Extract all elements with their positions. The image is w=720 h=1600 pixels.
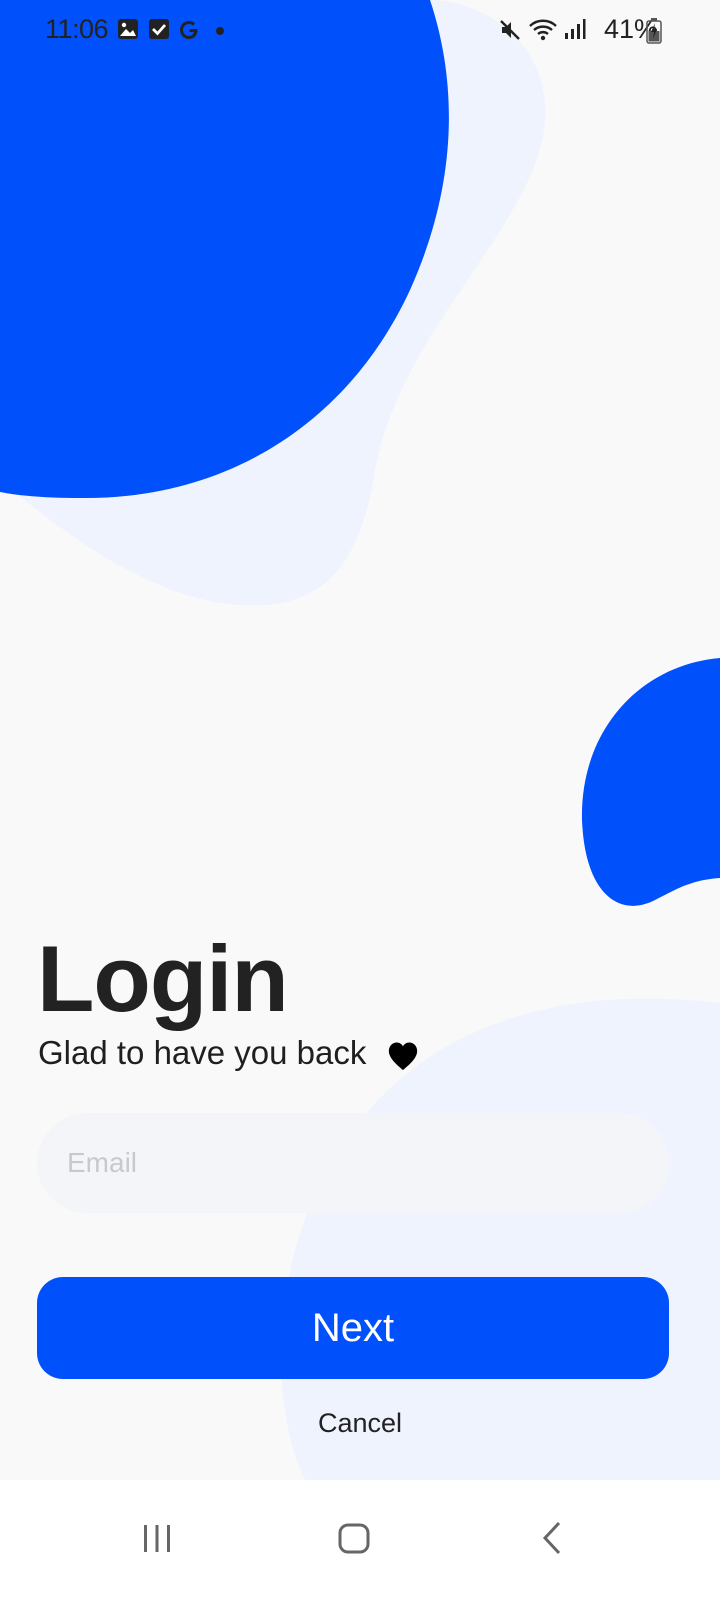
blue-blob-right [581, 658, 720, 906]
home-icon[interactable] [324, 1508, 384, 1568]
check-icon [149, 19, 169, 39]
wifi-icon [529, 19, 557, 41]
cancel-button[interactable]: Cancel [280, 1400, 440, 1446]
status-time: 11:06 [45, 14, 109, 44]
dot-icon [216, 27, 224, 35]
gallery-icon [118, 19, 138, 39]
email-field[interactable] [37, 1113, 669, 1213]
status-bar: 11:06 41% [0, 0, 720, 64]
page-title: Login [37, 926, 289, 1031]
signal-icon [565, 19, 586, 39]
heart-icon [388, 1042, 418, 1071]
mute-icon [500, 20, 520, 40]
subtitle: Glad to have you back [38, 1034, 367, 1071]
recents-icon[interactable] [127, 1508, 187, 1568]
back-icon[interactable] [522, 1508, 582, 1568]
navigation-bar [0, 1480, 720, 1600]
google-icon [180, 21, 198, 39]
next-button[interactable]: Next [37, 1277, 669, 1379]
battery-icon [646, 18, 662, 44]
